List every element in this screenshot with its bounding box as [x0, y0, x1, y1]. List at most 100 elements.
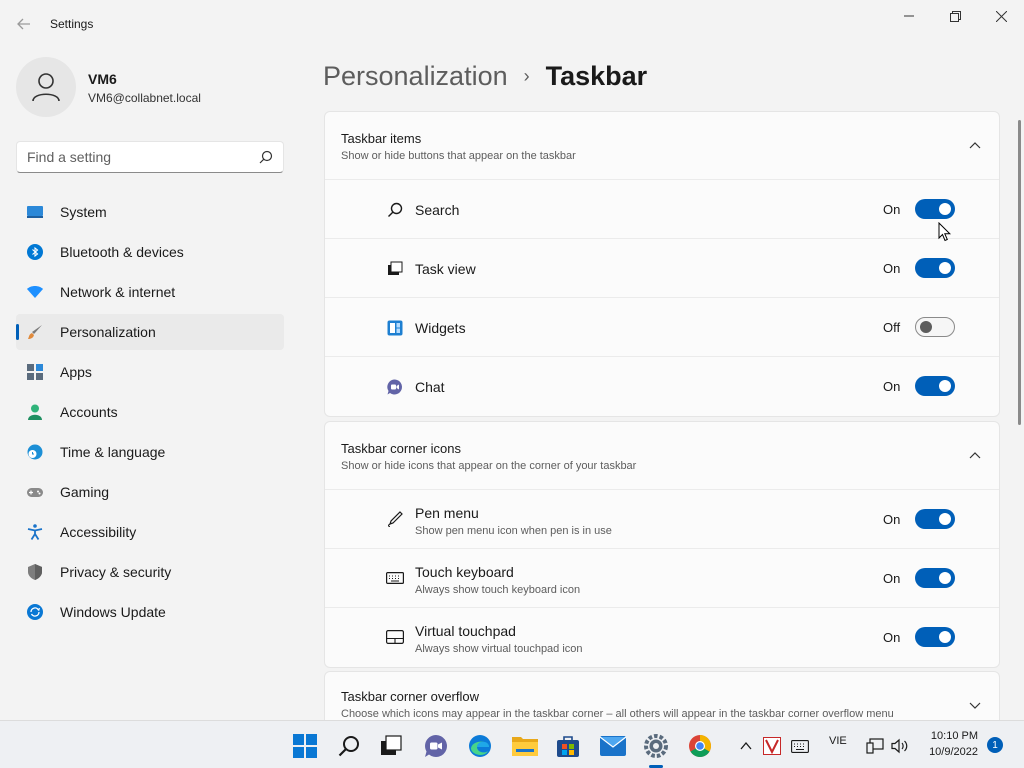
taskbar-search-button[interactable] [336, 733, 362, 759]
person-icon [32, 73, 60, 102]
sidebar-item-label: Windows Update [60, 604, 166, 620]
bluetooth-icon [27, 244, 43, 260]
toggle-knob [939, 262, 951, 274]
toggle-knob [939, 380, 951, 392]
tray-network-button[interactable] [864, 733, 886, 759]
taskbar-mail-button[interactable] [600, 733, 626, 759]
back-button[interactable] [12, 12, 36, 36]
sidebar-item-apps[interactable]: Apps [16, 354, 284, 390]
search-box [16, 141, 284, 173]
mail-icon [600, 736, 626, 756]
pen-menu-toggle[interactable] [915, 509, 955, 529]
taskbar-settings-button[interactable] [643, 733, 669, 768]
taskbar-chat-button[interactable] [423, 733, 449, 759]
clock-date[interactable]: 10/9/2022 [922, 746, 978, 758]
tray-touch-keyboard-button[interactable] [789, 733, 811, 759]
taskbar-items-group: Taskbar items Show or hide buttons that … [324, 111, 1000, 417]
sidebar-item-personalization[interactable]: Personalization [16, 314, 284, 350]
chevron-up-icon[interactable] [969, 450, 981, 462]
brush-icon [28, 325, 42, 339]
notification-badge[interactable]: 1 [987, 737, 1003, 753]
setting-row-widgets: Widgets Off [325, 298, 999, 357]
sidebar-item-bluetooth[interactable]: Bluetooth & devices [16, 234, 284, 270]
breadcrumb: Personalization › Taskbar [323, 58, 647, 94]
chat-toggle[interactable] [915, 376, 955, 396]
system-icon [27, 206, 43, 218]
sidebar-item-accounts[interactable]: Accounts [16, 394, 284, 430]
taskbar-chrome-button[interactable] [687, 733, 713, 759]
search-icon[interactable] [259, 150, 273, 164]
start-button[interactable] [292, 733, 318, 759]
chat-icon [387, 379, 402, 395]
touch-keyboard-toggle[interactable] [915, 568, 955, 588]
taskbar-file-explorer-button[interactable] [512, 733, 538, 759]
tray-pen-app-button[interactable] [762, 733, 782, 759]
sidebar-item-accessibility[interactable]: Accessibility [16, 514, 284, 550]
toggle-state-text: On [883, 379, 901, 394]
user-profile[interactable]: VM6 VM6@collabnet.local [16, 57, 286, 117]
minimize-button[interactable] [886, 0, 932, 32]
search-input[interactable] [17, 142, 253, 172]
globe-clock-icon [27, 444, 43, 460]
sidebar-item-windows-update[interactable]: Windows Update [16, 594, 284, 630]
sidebar-item-label: Accounts [60, 404, 118, 420]
taskbar-items-header[interactable]: Taskbar items Show or hide buttons that … [325, 112, 999, 180]
sidebar-item-gaming[interactable]: Gaming [16, 474, 284, 510]
sidebar-item-label: System [60, 204, 107, 220]
taskbar-store-button[interactable] [555, 733, 581, 759]
taskbar-task-view-button[interactable] [378, 733, 404, 759]
virtual-touchpad-toggle[interactable] [915, 627, 955, 647]
sidebar-item-label: Network & internet [60, 284, 176, 300]
toggle-state-text: On [883, 571, 901, 586]
tray-volume-button[interactable] [889, 733, 911, 759]
widgets-toggle[interactable] [915, 317, 955, 337]
setting-label: Task view [415, 261, 476, 277]
mouse-cursor-icon [938, 222, 952, 242]
scrollbar[interactable] [1018, 120, 1021, 425]
sidebar-item-privacy-security[interactable]: Privacy & security [16, 554, 284, 590]
sidebar-item-label: Personalization [60, 324, 156, 340]
keyboard-icon [386, 572, 404, 585]
chevron-up-icon[interactable] [969, 140, 981, 152]
sidebar-item-system[interactable]: System [16, 194, 284, 230]
file-explorer-icon [512, 737, 538, 756]
sidebar-item-time-language[interactable]: Time & language [16, 434, 284, 470]
shield-icon [28, 564, 42, 580]
close-button[interactable] [978, 0, 1024, 32]
clock-time[interactable]: 10:10 PM [922, 730, 978, 742]
setting-row-virtual-touchpad: Virtual touchpad Always show virtual tou… [325, 608, 999, 667]
tray-overflow-button[interactable] [736, 733, 756, 759]
setting-label: Virtual touchpad [415, 623, 516, 639]
accessibility-icon [27, 524, 43, 540]
maximize-button[interactable] [932, 0, 978, 32]
minimize-icon [904, 15, 914, 17]
store-icon [557, 736, 579, 757]
chevron-down-icon[interactable] [969, 699, 981, 711]
task-view-icon [388, 261, 403, 275]
taskbar-edge-button[interactable] [467, 733, 493, 759]
group-description: Choose which icons may appear in the tas… [341, 708, 894, 720]
breadcrumb-parent[interactable]: Personalization [323, 61, 508, 92]
setting-row-chat: Chat On [325, 357, 999, 416]
setting-label: Chat [415, 379, 445, 395]
setting-label: Pen menu [415, 505, 479, 521]
taskbar-corner-icons-group: Taskbar corner icons Show or hide icons … [324, 421, 1000, 668]
title-bar: Settings [0, 0, 1024, 48]
taskbar-corner-icons-header[interactable]: Taskbar corner icons Show or hide icons … [325, 422, 999, 490]
group-title: Taskbar corner overflow [341, 689, 479, 704]
v-app-icon [763, 737, 781, 755]
search-toggle[interactable] [915, 199, 955, 219]
toggle-knob [939, 572, 951, 584]
touchpad-icon [386, 630, 404, 645]
setting-row-pen-menu: Pen menu Show pen menu icon when pen is … [325, 490, 999, 549]
accounts-icon [28, 404, 42, 420]
group-description: Show or hide buttons that appear on the … [341, 150, 576, 162]
toggle-state-text: On [883, 261, 901, 276]
setting-label: Widgets [415, 320, 466, 336]
setting-description: Show pen menu icon when pen is in use [415, 525, 612, 537]
setting-description: Always show touch keyboard icon [415, 584, 581, 596]
back-arrow-icon [17, 18, 30, 30]
task-view-toggle[interactable] [915, 258, 955, 278]
sidebar-item-network[interactable]: Network & internet [16, 274, 284, 310]
language-indicator[interactable]: VIE [829, 735, 847, 747]
